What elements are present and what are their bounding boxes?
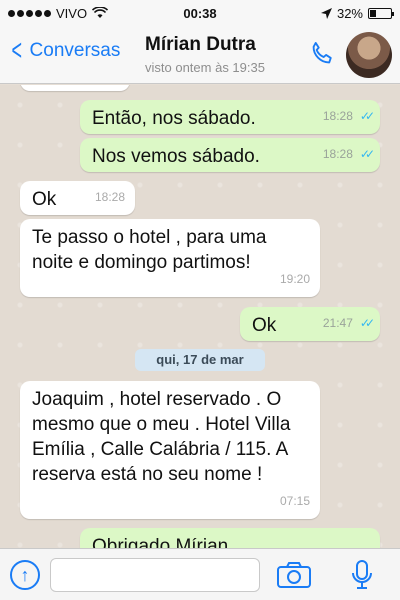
message-text: Nos vemos sábado. (92, 146, 260, 167)
message-bubble-partial (20, 85, 130, 91)
message-meta: 18:28 ✓✓ (322, 142, 375, 167)
message-time: 21:47 (322, 316, 353, 330)
message-text: Obrigado Mírian (92, 536, 229, 548)
battery-percent: 32% (336, 5, 363, 21)
phone-icon[interactable] (308, 40, 336, 68)
message-time: 18:28 (94, 190, 125, 204)
message-bubble-outgoing[interactable]: Então, nos sábado. 18:28 ✓✓ (80, 100, 380, 134)
message-meta: 21:47 ✓✓ (322, 311, 375, 336)
status-right: 32% (320, 5, 394, 21)
message-time: 07:15 (279, 494, 310, 508)
message-bubble-outgoing[interactable]: Ok 21:47 ✓✓ (240, 307, 380, 341)
share-icon: ↑ (20, 565, 30, 585)
signal-strength-icon (8, 9, 51, 17)
status-bar: VIVO 00:38 32% (0, 0, 400, 26)
message-bubble-outgoing[interactable]: Obrigado Mírian (80, 528, 380, 548)
microphone-icon[interactable] (350, 559, 374, 591)
message-text: Te passo o hotel , para uma noite e domi… (32, 227, 267, 273)
wifi-icon (92, 7, 109, 18)
message-bubble-outgoing[interactable]: Nos vemos sábado. 18:28 ✓✓ (80, 138, 380, 172)
chat-area[interactable]: Então, nos sábado. 18:28 ✓✓ Nos vemos sá… (0, 85, 400, 548)
date-separator: qui, 17 de mar (135, 349, 265, 371)
message-bubble-incoming[interactable]: Joaquim , hotel reservado . O mesmo que … (20, 381, 320, 519)
contact-header[interactable]: Mírian Dutra visto ontem às 19:35 (145, 34, 265, 75)
message-meta: 18:28 ✓✓ (322, 104, 375, 129)
message-time: 18:28 (322, 109, 353, 123)
camera-icon[interactable] (276, 561, 312, 589)
message-text: Então, nos sábado. (92, 108, 256, 129)
location-arrow-icon (320, 7, 332, 19)
avatar[interactable] (346, 32, 392, 78)
status-left: VIVO (8, 5, 109, 21)
chevron-left-icon: < (11, 34, 23, 67)
message-text: Ok (32, 189, 57, 210)
message-input[interactable] (50, 558, 260, 592)
battery-icon (368, 7, 394, 19)
message-bubble-incoming[interactable]: Te passo o hotel , para uma noite e domi… (20, 219, 320, 297)
back-label: Conversas (29, 40, 121, 61)
contact-name: Mírian Dutra (145, 34, 256, 55)
back-button[interactable]: < Conversas (8, 34, 121, 67)
contact-last-seen: visto ontem às 19:35 (145, 60, 265, 75)
read-ticks-icon: ✓✓ (359, 109, 375, 123)
message-time: 18:28 (322, 147, 353, 161)
message-text: Joaquim , hotel reservado . O mesmo que … (32, 389, 291, 485)
message-text: Ok (252, 315, 277, 336)
battery-fill (370, 9, 377, 17)
input-bar: ↑ (0, 548, 400, 600)
message-bubble-incoming[interactable]: Ok 18:28 (20, 181, 135, 215)
read-ticks-icon: ✓✓ (359, 147, 375, 161)
nav-bar: < Conversas Mírian Dutra visto ontem às … (0, 26, 400, 84)
share-button[interactable]: ↑ (10, 560, 40, 590)
carrier-label: VIVO (56, 5, 88, 21)
read-ticks-icon: ✓✓ (359, 316, 375, 330)
message-time: 19:20 (279, 272, 310, 286)
